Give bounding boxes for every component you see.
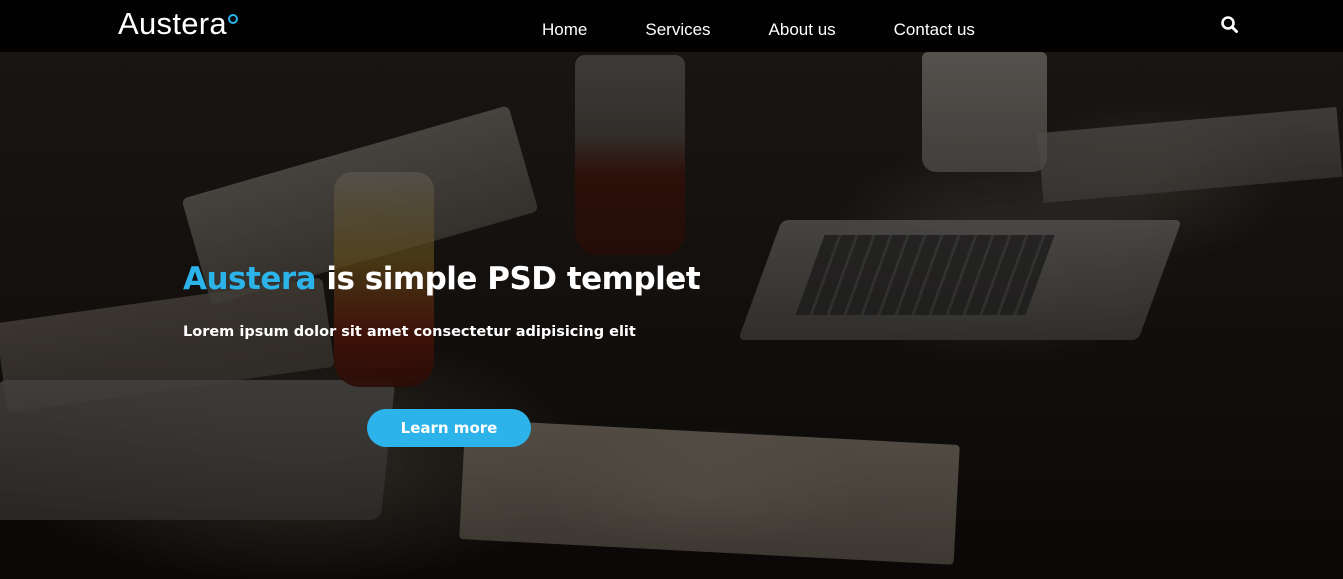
- hero-subtitle: Lorem ipsum dolor sit amet consectetur a…: [183, 324, 636, 340]
- brand-logo-text: Austera: [118, 6, 227, 41]
- hero-title: Austera is simple PSD templet: [183, 258, 701, 300]
- nav-link-services[interactable]: Services: [645, 12, 710, 40]
- nav-link-home[interactable]: Home: [542, 12, 587, 40]
- hero-section: Austera Home Services About us Contact u…: [0, 0, 1343, 579]
- top-navbar: Austera Home Services About us Contact u…: [0, 0, 1343, 52]
- hero-title-accent: Austera: [183, 261, 317, 297]
- brand-logo[interactable]: Austera: [118, 5, 238, 43]
- search-icon: [1221, 16, 1238, 33]
- learn-more-button[interactable]: Learn more: [367, 409, 531, 447]
- logo-dot-icon: [227, 14, 238, 24]
- hero-title-rest: is simple PSD templet: [316, 261, 701, 297]
- main-nav: Home Services About us Contact us: [542, 0, 975, 52]
- search-button[interactable]: [1220, 15, 1240, 35]
- nav-link-contact-us[interactable]: Contact us: [894, 12, 975, 40]
- nav-link-about-us[interactable]: About us: [769, 12, 836, 40]
